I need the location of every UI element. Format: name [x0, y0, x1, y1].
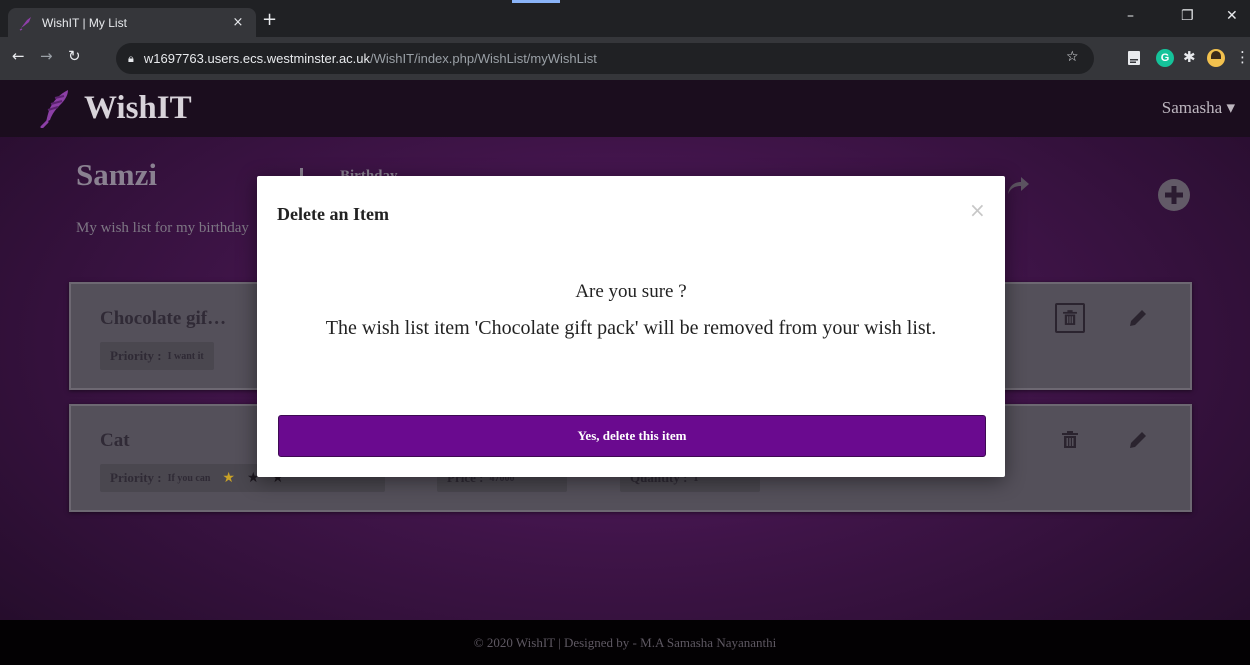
close-window-icon[interactable]: ✕: [1226, 8, 1238, 24]
browser-tab-strip: WishIT | My List × + – ❐ ✕: [0, 0, 1250, 37]
new-tab-button[interactable]: +: [262, 9, 277, 30]
priority-text: I want it: [167, 350, 204, 362]
star-filled-icon: ★: [222, 470, 235, 486]
priority-pill: Priority : I want it: [100, 342, 214, 370]
address-bar[interactable]: 🔒︎ w1697763.users.ecs.westminster.ac.uk /…: [116, 43, 1094, 74]
browser-tab[interactable]: WishIT | My List ×: [8, 8, 256, 37]
item-name: Chocolate gif…: [100, 308, 227, 329]
browser-toolbar: ← → ↻ 🔒︎ w1697763.users.ecs.westminster.…: [0, 37, 1250, 80]
close-tab-icon[interactable]: ×: [230, 15, 246, 30]
edit-item-icon[interactable]: [1126, 428, 1150, 452]
list-description: My wish list for my birthday: [76, 220, 249, 236]
close-dialog-icon[interactable]: ×: [969, 198, 986, 222]
delete-item-icon[interactable]: [1055, 425, 1085, 455]
dialog-question: Are you sure ?: [575, 281, 687, 302]
dialog-title: Delete an Item: [277, 204, 389, 224]
loading-indicator: [512, 0, 560, 3]
wishit-favicon: [19, 16, 31, 31]
puzzle-icon[interactable]: ✱: [1183, 48, 1196, 66]
brand-name: WishIT: [84, 89, 192, 126]
url-path: /WishIT/index.php/WishList/myWishList: [370, 51, 597, 66]
share-icon[interactable]: [1004, 172, 1032, 200]
confirm-delete-button[interactable]: Yes, delete this item: [278, 415, 986, 457]
url-host: w1697763.users.ecs.westminster.ac.uk: [143, 51, 371, 66]
site-navbar: WishIT Samasha ▾: [0, 80, 1250, 137]
menu-kebab-icon[interactable]: ⋮: [1235, 48, 1250, 66]
brand[interactable]: WishIT: [38, 88, 192, 128]
delete-confirm-dialog: Delete an Item × Are you sure ? The wish…: [257, 176, 1005, 477]
star-icon[interactable]: ☆: [1066, 49, 1079, 65]
tab-title: WishIT | My List: [42, 15, 127, 30]
back-icon[interactable]: ←: [12, 47, 25, 65]
minimize-icon[interactable]: –: [1127, 8, 1134, 24]
reader-icon[interactable]: [1127, 50, 1141, 66]
item-name: Cat: [100, 430, 130, 451]
priority-text: If you can: [167, 472, 211, 484]
add-item-icon[interactable]: [1157, 178, 1191, 212]
profile-avatar[interactable]: [1207, 49, 1225, 67]
priority-label: Priority :: [110, 348, 162, 363]
reload-icon[interactable]: ↻: [68, 47, 81, 65]
restore-icon[interactable]: ❐: [1181, 8, 1194, 24]
site-footer: © 2020 WishIT | Designed by - M.A Samash…: [0, 620, 1250, 665]
grammarly-icon[interactable]: G: [1156, 49, 1174, 67]
forward-icon[interactable]: →: [40, 47, 53, 65]
user-menu[interactable]: Samasha ▾: [1162, 98, 1235, 118]
lock-icon: 🔒︎: [128, 51, 134, 65]
dialog-message: The wish list item 'Chocolate gift pack'…: [325, 317, 937, 339]
feather-logo-icon: [40, 90, 68, 128]
list-title: Samzi: [76, 157, 157, 192]
delete-item-icon[interactable]: [1055, 303, 1085, 333]
edit-item-icon[interactable]: [1126, 306, 1150, 330]
priority-label: Priority :: [110, 470, 162, 485]
